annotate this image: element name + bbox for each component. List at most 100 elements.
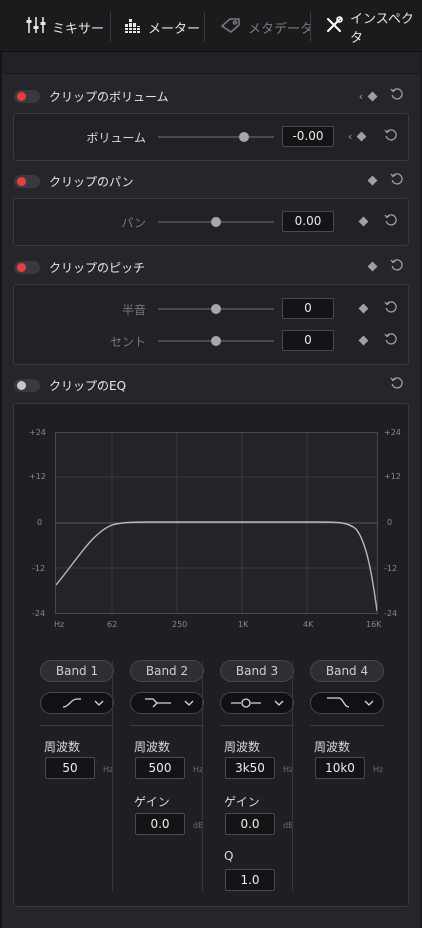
pan-value-field[interactable]: 0.00 [282, 211, 334, 232]
band-2-freq-label: 周波数 [134, 740, 171, 754]
band-1-shape-icon [62, 698, 104, 708]
cent-slider-knob[interactable] [211, 336, 221, 346]
band-3-freq-label: 周波数 [224, 740, 261, 754]
tab-meter-label: メーター [148, 21, 201, 37]
band-4-freq-label: 周波数 [314, 740, 351, 754]
band-1-freq-field[interactable]: 50 [45, 757, 95, 779]
eq-x-tick: 4K [303, 620, 314, 629]
pan-slider[interactable] [158, 217, 274, 227]
keyframe-icon[interactable] [358, 214, 369, 228]
band-divider [220, 725, 294, 726]
band-1-shape-dropdown[interactable] [40, 692, 114, 714]
reset-icon[interactable] [384, 332, 398, 349]
band-2-gain-label: ゲイン [134, 795, 170, 809]
tab-inspector-label: インスペクタ [350, 12, 414, 46]
pitch-controls-box: 半音 0 セント 0 [13, 284, 409, 365]
eq-x-tick: 250 [172, 620, 188, 629]
band-1-freq-label: 周波数 [44, 740, 81, 754]
eq-x-tick: Hz [54, 620, 65, 629]
keyframe-icon[interactable] [367, 175, 378, 186]
band-divider [40, 725, 114, 726]
eq-y-tick-right: -12 [384, 564, 398, 573]
pan-row: パン 0.00 [14, 210, 408, 234]
reset-icon[interactable] [390, 172, 404, 189]
pan-section-title: クリップのパン [49, 174, 134, 189]
eq-y-tick-right: +12 [384, 472, 401, 481]
volume-slider[interactable] [158, 132, 274, 142]
semitone-slider-knob[interactable] [211, 304, 221, 314]
pan-controls-box: パン 0.00 [13, 198, 409, 246]
band-2-gain-field[interactable]: 0.0 [135, 813, 185, 835]
pitch-section-title: クリップのピッチ [49, 260, 146, 275]
tab-meter[interactable]: メーター [124, 12, 200, 42]
reset-icon[interactable] [384, 213, 398, 230]
pan-label: パン [121, 216, 146, 230]
pan-enable-toggle[interactable] [14, 174, 40, 188]
keyframe-nav-icon[interactable]: ‹ [348, 129, 367, 143]
eq-y-tick-left: +12 [29, 472, 46, 481]
meter-icon [124, 16, 142, 38]
eq-y-tick-right: -24 [384, 609, 398, 618]
band-3-q-label: Q [224, 849, 234, 863]
pitch-enable-toggle[interactable] [14, 260, 40, 274]
reset-icon[interactable] [390, 376, 404, 393]
keyframe-icon[interactable] [358, 301, 369, 315]
band-4-button[interactable]: Band 4 [310, 660, 384, 682]
eq-enable-toggle[interactable] [14, 378, 40, 392]
volume-value-field[interactable]: -0.00 [282, 126, 334, 147]
reset-icon[interactable] [390, 87, 404, 104]
cent-value-field[interactable]: 0 [282, 330, 334, 351]
band-2-freq-field[interactable]: 500 [135, 757, 185, 779]
band-2-button[interactable]: Band 2 [130, 660, 204, 682]
tab-mixer[interactable]: ミキサー [26, 12, 104, 42]
band-divider [310, 725, 384, 726]
cent-slider[interactable] [158, 336, 274, 346]
inspector-icon [324, 15, 344, 39]
semitone-slider[interactable] [158, 304, 274, 314]
band-3-button[interactable]: Band 3 [220, 660, 294, 682]
band-3-freq-field[interactable]: 3k50 [225, 757, 275, 779]
inspector-subbar [2, 52, 420, 74]
band-4-freq-field[interactable]: 10k0 [315, 757, 365, 779]
band-3-gain-field[interactable]: 0.0 [225, 813, 275, 835]
volume-slider-knob[interactable] [238, 132, 249, 142]
band-3-shape-dropdown[interactable] [220, 692, 294, 714]
band-divider [130, 725, 204, 726]
reset-icon[interactable] [384, 128, 398, 145]
keyframe-nav-icon[interactable]: ‹ [359, 89, 378, 103]
reset-icon[interactable] [390, 258, 404, 275]
band-4-shape-dropdown[interactable] [310, 692, 384, 714]
mixer-icon [26, 16, 46, 38]
band-2-shape-icon [145, 698, 194, 708]
pan-slider-knob[interactable] [211, 217, 221, 227]
eq-y-tick-left: -12 [32, 564, 46, 573]
band-1-button[interactable]: Band 1 [40, 660, 114, 682]
cent-row: セント 0 [14, 329, 408, 353]
tab-metadata-label: メタデータ [248, 21, 314, 37]
semitone-row: 半音 0 [14, 297, 408, 321]
band-4-freq-unit: Hz [373, 765, 384, 774]
tab-inspector[interactable]: インスペクタ [324, 12, 422, 46]
keyframe-icon[interactable] [358, 333, 369, 347]
band-2-shape-dropdown[interactable] [130, 692, 204, 714]
band-3-q-field[interactable]: 1.0 [225, 869, 275, 891]
reset-icon[interactable] [384, 300, 398, 317]
eq-y-tick-left: 0 [37, 518, 43, 527]
volume-controls-box: ボリューム -0.00 ‹ [13, 113, 409, 161]
volume-section-title: クリップのボリューム [49, 89, 169, 104]
eq-x-tick: 16K [366, 620, 382, 629]
inspector-tab-bar: ミキサー メーター メタデータ インスペクタ [0, 0, 422, 52]
semitone-value-field[interactable]: 0 [282, 298, 334, 319]
tab-metadata[interactable]: メタデータ [220, 12, 313, 42]
eq-section-title: クリップのEQ [49, 378, 127, 393]
volume-enable-toggle[interactable] [14, 89, 40, 103]
band-3-shape-icon [231, 698, 284, 708]
eq-response-curve [55, 521, 378, 612]
eq-graph[interactable] [55, 432, 378, 614]
volume-row: ボリューム -0.00 ‹ [14, 125, 408, 149]
keyframe-icon[interactable] [367, 261, 378, 272]
tab-mixer-label: ミキサー [52, 21, 105, 37]
eq-y-tick-right: 0 [387, 518, 393, 527]
metadata-icon [220, 16, 242, 38]
volume-section-header: クリップのボリューム ‹ [14, 84, 408, 108]
